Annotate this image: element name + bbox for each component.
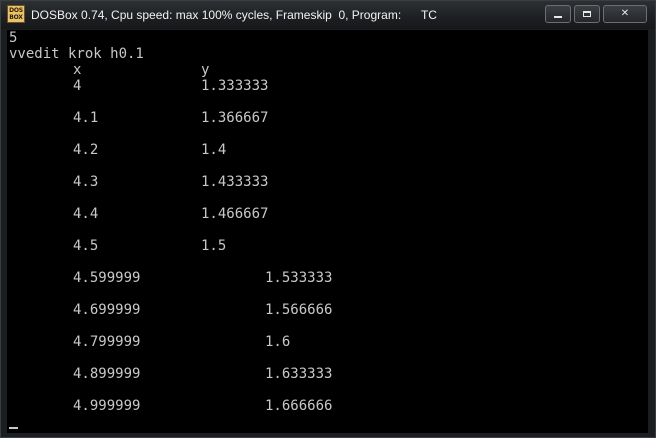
console-prompt: vvedit krok h0.1 bbox=[9, 46, 144, 62]
output-y-value: 1.466667 bbox=[201, 206, 269, 222]
output-y-value: 1.333333 bbox=[201, 78, 269, 94]
output-row: 4.2 1.4 bbox=[9, 142, 609, 158]
output-y-value: 1.566666 bbox=[265, 302, 333, 318]
window-title: DOSBox 0.74, Cpu speed: max 100% cycles,… bbox=[31, 8, 437, 22]
console-input-value: 5 bbox=[9, 30, 18, 46]
title-bar[interactable]: DOS BOX DOSBox 0.74, Cpu speed: max 100%… bbox=[1, 1, 655, 29]
column-header-y: y bbox=[201, 62, 210, 78]
column-header-x: x bbox=[73, 62, 82, 78]
minimize-button[interactable] bbox=[545, 5, 571, 23]
dosbox-app-icon[interactable]: DOS BOX bbox=[7, 5, 25, 23]
output-x-value: 4.899999 bbox=[73, 366, 141, 382]
output-y-value: 1.6 bbox=[265, 334, 291, 350]
output-x-value: 4.2 bbox=[73, 142, 99, 158]
console-header-row: x y bbox=[9, 62, 609, 78]
output-y-value: 1.633333 bbox=[265, 366, 333, 382]
output-y-value: 1.366667 bbox=[201, 110, 269, 126]
dosbox-window: DOS BOX DOSBox 0.74, Cpu speed: max 100%… bbox=[0, 0, 656, 438]
output-row: 4.1 1.366667 bbox=[9, 110, 609, 126]
output-x-value: 4.4 bbox=[73, 206, 99, 222]
output-row: 4.3 1.433333 bbox=[9, 174, 609, 190]
dos-console[interactable]: 5 vvedit krok h0.1 x y 4 1.333333 4.1 1.366… bbox=[7, 30, 648, 433]
close-button[interactable]: ✕ bbox=[603, 5, 647, 23]
output-row: 4.799999 1.6 bbox=[9, 334, 609, 350]
text-cursor bbox=[9, 427, 18, 429]
output-y-value: 1.533333 bbox=[265, 270, 333, 286]
output-x-value: 4.1 bbox=[73, 110, 99, 126]
output-y-value: 1.433333 bbox=[201, 174, 269, 190]
output-x-value: 4.699999 bbox=[73, 302, 141, 318]
app-icon-label-top: DOS bbox=[9, 7, 23, 14]
output-x-value: 4.999999 bbox=[73, 398, 141, 414]
output-row: 4.5 1.5 bbox=[9, 238, 609, 254]
output-y-value: 1.666666 bbox=[265, 398, 333, 414]
output-row: 4.4 1.466667 bbox=[9, 206, 609, 222]
output-x-value: 4.3 bbox=[73, 174, 99, 190]
output-x-value: 4.5 bbox=[73, 238, 99, 254]
output-x-value: 4 bbox=[73, 78, 82, 94]
output-y-value: 1.4 bbox=[201, 142, 227, 158]
close-icon: ✕ bbox=[620, 8, 630, 19]
output-y-value: 1.5 bbox=[201, 238, 227, 254]
app-icon-label-bottom: BOX bbox=[9, 14, 23, 21]
output-row: 4.599999 1.533333 bbox=[9, 270, 609, 286]
output-x-value: 4.799999 bbox=[73, 334, 141, 350]
output-row: 4.999999 1.666666 bbox=[9, 398, 609, 414]
output-row: 4.899999 1.633333 bbox=[9, 366, 609, 382]
maximize-icon bbox=[583, 11, 591, 17]
output-row: 4 1.333333 bbox=[9, 78, 609, 94]
maximize-button[interactable] bbox=[574, 5, 600, 23]
output-row: 4.699999 1.566666 bbox=[9, 302, 609, 318]
caption-buttons: ✕ bbox=[545, 5, 647, 23]
output-x-value: 4.599999 bbox=[73, 270, 141, 286]
minimize-icon bbox=[554, 16, 562, 18]
